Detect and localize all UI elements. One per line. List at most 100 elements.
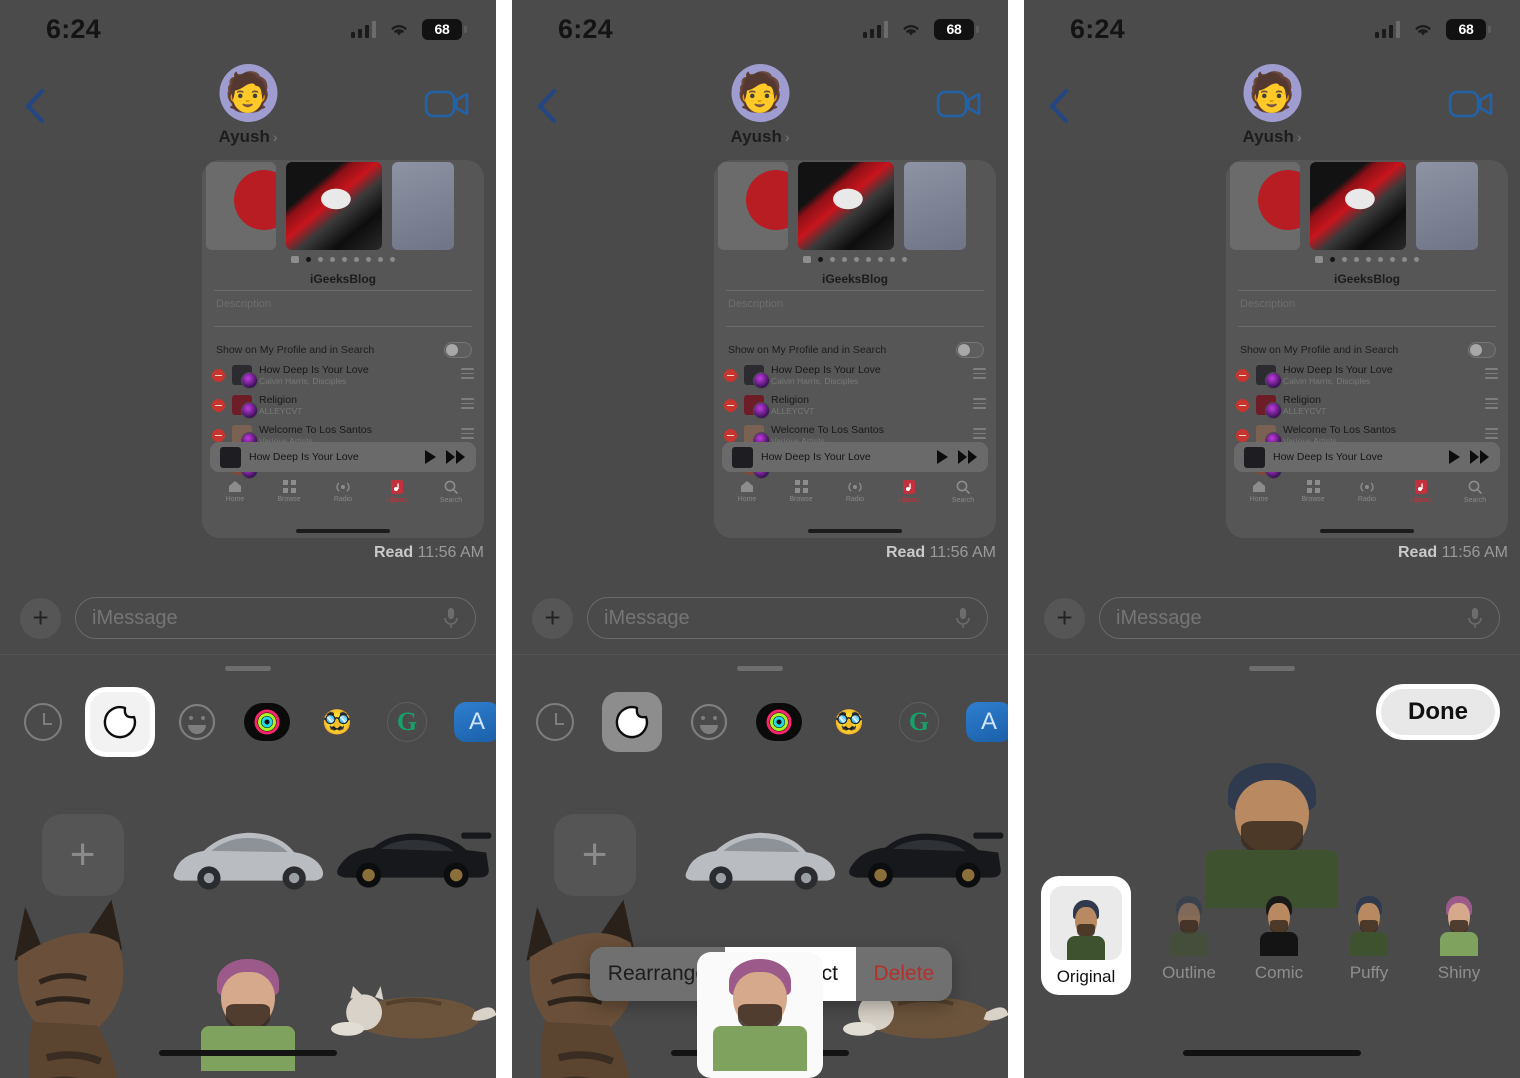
reorder-handle-icon[interactable] [973, 398, 986, 412]
show-on-profile-row[interactable]: Show on My Profile and in Search [728, 342, 984, 358]
plus-icon[interactable]: + [1044, 597, 1085, 639]
effect-option-original[interactable]: Original [1041, 876, 1131, 995]
remove-icon[interactable] [724, 398, 737, 412]
facetime-video-icon[interactable] [424, 88, 470, 120]
show-on-profile-row[interactable]: Show on My Profile and in Search [1240, 342, 1496, 358]
plus-icon[interactable]: + [20, 597, 61, 639]
app-icon-app-store[interactable]: A [966, 699, 1008, 745]
facetime-video-icon[interactable] [936, 88, 982, 120]
app-icon-grammarly[interactable]: G [384, 699, 430, 745]
plus-icon[interactable]: + [532, 597, 573, 639]
tab-home[interactable]: Home [1233, 480, 1285, 503]
back-chevron-icon[interactable] [18, 84, 52, 128]
tab-search[interactable]: Search [1449, 480, 1501, 504]
now-playing-bar[interactable]: How Deep Is Your Love [1234, 442, 1500, 472]
tab-library[interactable]: Library [371, 480, 423, 504]
done-button[interactable]: Done [1376, 684, 1500, 740]
tab-radio[interactable]: Radio [1341, 480, 1393, 503]
tab-browse[interactable]: Browse [775, 480, 827, 503]
reorder-handle-icon[interactable] [1485, 368, 1498, 382]
show-on-profile-toggle[interactable] [444, 342, 472, 358]
microphone-icon[interactable] [443, 607, 459, 629]
song-row[interactable]: Religion ALLEYCVT [724, 390, 986, 420]
message-bubble-app-screenshot[interactable]: iGeeksBlog Description Show on My Profil… [202, 160, 484, 538]
tab-library[interactable]: Library [1395, 480, 1447, 504]
back-chevron-icon[interactable] [530, 84, 564, 128]
effect-option-outline[interactable]: Outline [1157, 886, 1221, 983]
reorder-handle-icon[interactable] [461, 428, 474, 442]
effect-option-puffy[interactable]: Puffy [1337, 886, 1401, 983]
contact-header[interactable]: 🧑 Ayush › [1243, 64, 1302, 147]
imessage-input[interactable]: iMessage [1099, 597, 1500, 639]
memoji-avatar[interactable]: 🧑 [731, 64, 789, 122]
app-icon-fitness[interactable] [756, 699, 802, 745]
fast-forward-icon[interactable] [446, 450, 466, 464]
app-icon-memoji[interactable]: 🥸 [826, 699, 872, 745]
remove-icon[interactable] [1236, 428, 1249, 442]
app-icon-stickers[interactable] [602, 692, 662, 752]
app-icon-emoji[interactable] [686, 699, 732, 745]
song-row[interactable]: How Deep Is Your Love Calvin Harris, Dis… [724, 360, 986, 390]
tab-search[interactable]: Search [937, 480, 989, 504]
remove-icon[interactable] [724, 368, 737, 382]
song-row[interactable]: How Deep Is Your Love Calvin Harris, Dis… [1236, 360, 1498, 390]
app-icon-memoji[interactable]: 🥸 [314, 699, 360, 745]
sticker-silver-car[interactable] [165, 816, 330, 893]
tab-search[interactable]: Search [425, 480, 477, 504]
play-icon[interactable] [422, 449, 438, 465]
memoji-avatar[interactable]: 🧑 [1243, 64, 1301, 122]
contact-header[interactable]: 🧑 Ayush › [731, 64, 790, 147]
sticker-tabby-cat[interactable] [0, 896, 165, 1078]
contact-header[interactable]: 🧑 Ayush › [219, 64, 278, 147]
tab-browse[interactable]: Browse [263, 480, 315, 503]
song-row[interactable]: Religion ALLEYCVT [212, 390, 474, 420]
drag-grabber[interactable] [737, 666, 783, 671]
reorder-handle-icon[interactable] [461, 368, 474, 382]
play-icon[interactable] [934, 449, 950, 465]
app-icon-emoji[interactable] [174, 699, 220, 745]
back-chevron-icon[interactable] [1042, 84, 1076, 128]
song-row[interactable]: How Deep Is Your Love Calvin Harris, Dis… [212, 360, 474, 390]
tab-radio[interactable]: Radio [829, 480, 881, 503]
app-icon-grammarly[interactable]: G [896, 699, 942, 745]
microphone-icon[interactable] [955, 607, 971, 629]
drag-grabber[interactable] [1249, 666, 1295, 671]
sticker-add[interactable]: + [0, 814, 165, 896]
reorder-handle-icon[interactable] [461, 398, 474, 412]
tab-library[interactable]: Library [883, 480, 935, 504]
sticker-lying-cat[interactable] [330, 982, 496, 1048]
show-on-profile-toggle[interactable] [956, 342, 984, 358]
facetime-video-icon[interactable] [1448, 88, 1494, 120]
play-icon[interactable] [1446, 449, 1462, 465]
app-icon-recents[interactable] [20, 699, 66, 745]
contact-name-row[interactable]: Ayush › [1243, 127, 1302, 147]
app-icon-fitness[interactable] [244, 699, 290, 745]
tab-browse[interactable]: Browse [1287, 480, 1339, 503]
contact-name-row[interactable]: Ayush › [219, 127, 278, 147]
remove-icon[interactable] [212, 398, 225, 412]
sticker-black-car[interactable] [843, 820, 1008, 890]
remove-icon[interactable] [212, 428, 225, 442]
effect-option-comic[interactable]: Comic [1247, 886, 1311, 983]
tab-home[interactable]: Home [721, 480, 773, 503]
show-on-profile-row[interactable]: Show on My Profile and in Search [216, 342, 472, 358]
reorder-handle-icon[interactable] [973, 368, 986, 382]
now-playing-bar[interactable]: How Deep Is Your Love [722, 442, 988, 472]
message-bubble-app-screenshot[interactable]: iGeeksBlog Description Show on My Profil… [714, 160, 996, 538]
message-bubble-app-screenshot[interactable]: iGeeksBlog Description Show on My Profil… [1226, 160, 1508, 538]
reorder-handle-icon[interactable] [973, 428, 986, 442]
contact-name-row[interactable]: Ayush › [731, 127, 790, 147]
sticker-black-car[interactable] [331, 820, 496, 890]
sticker-selfie-shiny[interactable] [677, 952, 842, 1078]
tab-home[interactable]: Home [209, 480, 261, 503]
imessage-input[interactable]: iMessage [75, 597, 476, 639]
remove-icon[interactable] [1236, 398, 1249, 412]
app-icon-app-store[interactable]: A [454, 699, 496, 745]
remove-icon[interactable] [1236, 368, 1249, 382]
fast-forward-icon[interactable] [958, 450, 978, 464]
effect-option-shiny[interactable]: Shiny [1427, 886, 1491, 983]
show-on-profile-toggle[interactable] [1468, 342, 1496, 358]
sticker-silver-car[interactable] [677, 816, 842, 893]
microphone-icon[interactable] [1467, 607, 1483, 629]
remove-icon[interactable] [724, 428, 737, 442]
